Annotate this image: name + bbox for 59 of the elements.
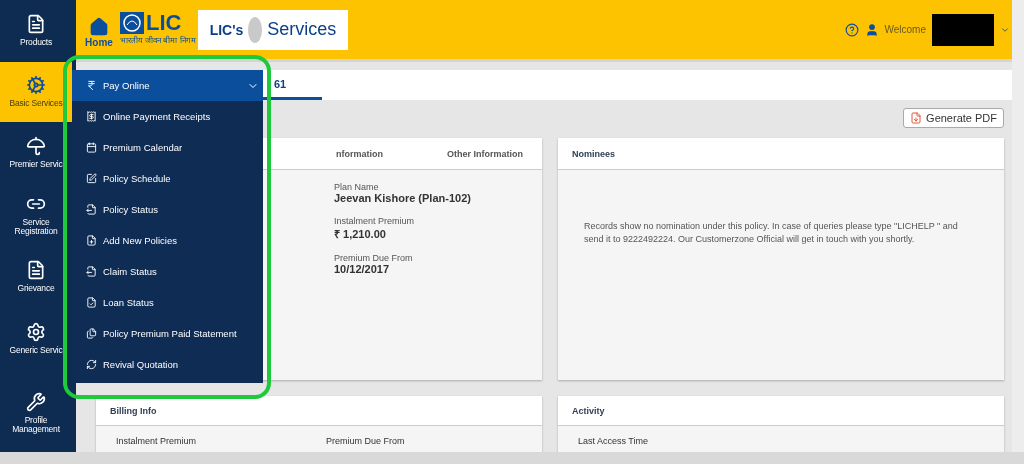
field-label: Instalment Premium: [116, 436, 197, 446]
menu-item[interactable]: Loan Status: [72, 287, 263, 318]
menu-item[interactable]: Policy Schedule: [72, 163, 263, 194]
column-heading[interactable]: nformation: [336, 148, 383, 159]
field-label: Premium Due From: [334, 253, 414, 263]
document-plus-icon: [86, 235, 97, 246]
document-icon: [26, 260, 46, 281]
home-button[interactable]: Home: [82, 17, 116, 48]
field-value: ₹ 1,210.00: [334, 227, 387, 241]
sidebar-item[interactable]: Service Registration: [0, 184, 72, 246]
emblem-icon: [120, 11, 144, 34]
menu-item[interactable]: Add New Policies: [72, 225, 263, 256]
sidebar-item[interactable]: Products: [0, 0, 72, 62]
sidebar-item[interactable]: Premier Servic: [0, 122, 72, 184]
help-icon[interactable]: [844, 22, 859, 37]
home-icon: [89, 17, 109, 37]
menu-item[interactable]: Claim Status: [72, 256, 263, 287]
gears-icon: [26, 75, 46, 96]
sidebar-item[interactable]: Profile Management: [0, 370, 72, 456]
document-icon: [26, 14, 46, 35]
e-swoosh-icon: [247, 14, 264, 45]
umbrella-icon: [26, 136, 46, 157]
nominee-message: Records show no nomination under this policy. In case of queries please type "LICHELP " and send it to 9222492224. Our Customerzone Official will get in touch with you shortly.: [584, 220, 959, 247]
receipt-icon: [86, 111, 97, 122]
document-check-icon: [86, 297, 97, 308]
field-label: Instalment Premium: [334, 216, 416, 226]
user-icon: [864, 22, 879, 37]
calendar-icon: [86, 142, 97, 153]
sidebar-item[interactable]: Basic Services: [0, 62, 72, 122]
edit-icon: [86, 173, 97, 184]
menu-item[interactable]: Pay Online: [72, 70, 263, 101]
document-arrow-icon: [86, 266, 97, 277]
refresh-icon: [86, 359, 97, 370]
menu-item[interactable]: Revival Quotation: [72, 349, 263, 380]
generate-pdf-button[interactable]: Generate PDF: [903, 108, 1004, 128]
pdf-icon: [910, 112, 923, 124]
field-label: Premium Due From: [326, 436, 405, 446]
settings-icon: [26, 322, 46, 343]
document-arrow-icon: [86, 204, 97, 215]
menu-item[interactable]: Online Payment Receipts: [72, 101, 263, 132]
card-title: Activity: [558, 396, 1004, 426]
welcome-text: Welcome: [884, 24, 926, 35]
rupee-icon: [86, 80, 97, 91]
wrench-icon: [26, 391, 46, 412]
menu-item[interactable]: Policy Status: [72, 194, 263, 225]
documents-icon: [86, 328, 97, 339]
sidebar-item[interactable]: Generic Servic: [0, 308, 72, 370]
redaction-box: [932, 13, 994, 46]
field-value: 10/12/2017: [334, 263, 391, 275]
field-value: Jeevan Kishore (Plan-102): [334, 192, 472, 204]
field-label: Last Access Time: [578, 436, 649, 446]
card-title: Nominees: [558, 138, 1004, 170]
card-title: Billing Info: [96, 396, 542, 426]
field-label: Plan Name: [334, 182, 380, 192]
sidebar-item[interactable]: Grievance: [0, 246, 72, 308]
column-heading[interactable]: Other Information: [447, 148, 523, 159]
menu-item[interactable]: Policy Premium Paid Statement: [72, 318, 263, 349]
logo: LIC भारतीय जीवन बीमा निगम LIC's Services: [116, 7, 351, 52]
menu-item[interactable]: Premium Calendar: [72, 132, 263, 163]
